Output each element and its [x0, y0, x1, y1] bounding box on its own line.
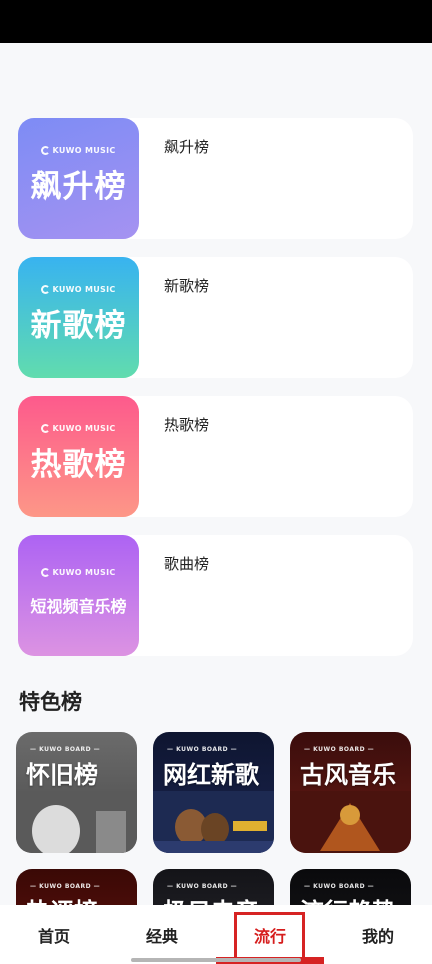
tab-home[interactable]: 首页	[0, 905, 108, 964]
cover-title: 热歌榜	[30, 446, 127, 483]
chart-name: 飙升榜	[164, 138, 210, 156]
bottom-tab-bar: 首页 经典 流行 我的	[0, 905, 432, 964]
chart-name: 新歌榜	[164, 277, 210, 295]
cover-brand: — KUWO BOARD —	[304, 883, 375, 890]
kuwo-logo-icon	[41, 423, 51, 433]
cover-brand: — KUWO BOARD —	[30, 883, 101, 890]
cover-brand: KUWO MUSIC	[52, 145, 116, 155]
kuwo-logo: KUWO MUSIC	[41, 568, 115, 577]
status-bar	[0, 0, 432, 43]
chart-card-hot[interactable]: KUWO MUSIC 热歌榜 热歌榜	[18, 396, 413, 517]
feature-card-viral[interactable]: — KUWO BOARD — 网红新歌	[153, 732, 274, 853]
chart-name: 歌曲榜	[164, 555, 210, 573]
kuwo-logo-icon	[41, 568, 51, 577]
cover-title: 新歌榜	[30, 307, 127, 344]
cover-art	[290, 791, 411, 853]
cover-brand: KUWO MUSIC	[52, 423, 116, 433]
cover-art	[16, 791, 137, 853]
cover-brand: — KUWO BOARD —	[167, 883, 238, 890]
cover-title: 短视频音乐榜	[30, 597, 127, 616]
active-tab-highlight	[234, 912, 305, 960]
cover-brand: — KUWO BOARD —	[167, 746, 238, 753]
chart-cover: KUWO MUSIC 新歌榜	[18, 257, 139, 378]
tab-classic[interactable]: 经典	[108, 905, 216, 964]
home-indicator	[131, 958, 301, 962]
cover-brand: — KUWO BOARD —	[30, 746, 101, 753]
cover-title: 古风音乐	[300, 761, 396, 789]
kuwo-logo: KUWO MUSIC	[41, 423, 116, 433]
cover-title: 怀旧榜	[26, 761, 98, 789]
cover-brand: — KUWO BOARD —	[304, 746, 375, 753]
feature-card-ancient[interactable]: — KUWO BOARD — 古风音乐	[290, 732, 411, 853]
section-title: 特色榜	[19, 690, 82, 714]
chart-card-soaring[interactable]: KUWO MUSIC 飙升榜 飙升榜	[18, 118, 413, 239]
cover-brand: KUWO MUSIC	[52, 284, 116, 294]
chart-cover: KUWO MUSIC 飙升榜	[18, 118, 139, 239]
cover-title: 飙升榜	[30, 168, 127, 205]
chart-card-songs[interactable]: KUWO MUSIC 短视频音乐榜 歌曲榜	[18, 535, 413, 656]
kuwo-logo: KUWO MUSIC	[41, 145, 116, 155]
kuwo-logo-icon	[41, 145, 51, 155]
feature-card-nostalgia[interactable]: — KUWO BOARD — 怀旧榜	[16, 732, 137, 853]
kuwo-logo: KUWO MUSIC	[41, 284, 116, 294]
cover-brand: KUWO MUSIC	[52, 568, 116, 577]
chart-cover: KUWO MUSIC 热歌榜	[18, 396, 139, 517]
tab-mine[interactable]: 我的	[324, 905, 432, 964]
cover-title: 网红新歌	[163, 761, 259, 789]
chart-name: 热歌榜	[164, 416, 210, 434]
kuwo-logo-icon	[41, 284, 51, 294]
chart-card-new[interactable]: KUWO MUSIC 新歌榜 新歌榜	[18, 257, 413, 378]
cover-art	[153, 791, 274, 853]
chart-cover: KUWO MUSIC 短视频音乐榜	[18, 535, 139, 656]
